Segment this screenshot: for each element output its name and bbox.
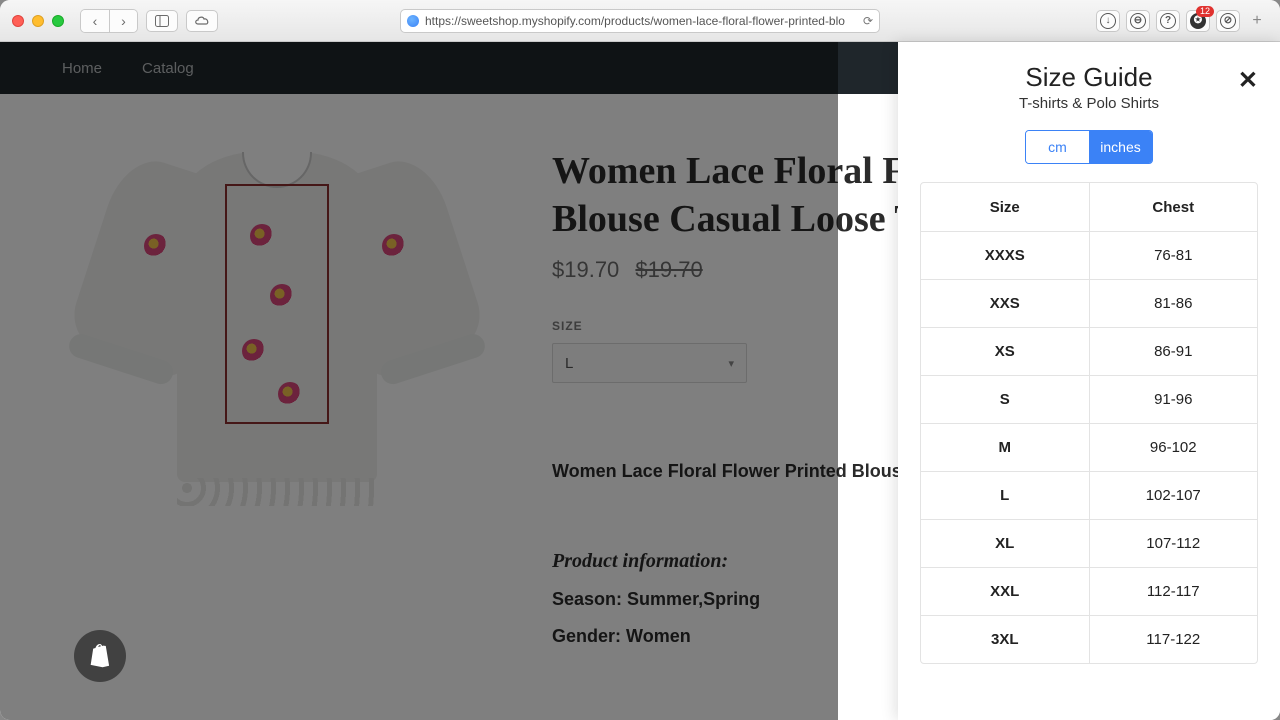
size-table-row: XXL112-117 xyxy=(921,567,1257,615)
price: $19.70 xyxy=(552,257,619,282)
size-table-row: M96-102 xyxy=(921,423,1257,471)
nav-back-forward: ‹ › xyxy=(80,9,138,33)
compare-price: $19.70 xyxy=(635,257,702,282)
size-cell: XXXS xyxy=(921,232,1089,279)
size-select[interactable]: L ▾ xyxy=(552,343,747,383)
size-cell: M xyxy=(921,424,1089,471)
size-guide-panel: Size Guide T-shirts & Polo Shirts ✕ cm i… xyxy=(898,42,1280,720)
chest-cell: 81-86 xyxy=(1089,280,1258,327)
product-image xyxy=(62,134,492,647)
size-guide-subtitle: T-shirts & Polo Shirts xyxy=(920,95,1258,112)
size-cell: XS xyxy=(921,328,1089,375)
site-identity-icon xyxy=(407,15,419,27)
unit-toggle: cm inches xyxy=(1025,130,1153,164)
window-close-icon[interactable] xyxy=(12,15,24,27)
window-zoom-icon[interactable] xyxy=(52,15,64,27)
size-guide-title: Size Guide xyxy=(920,62,1258,93)
extension-button-4[interactable]: ⊘ xyxy=(1216,10,1240,32)
size-cell: 3XL xyxy=(921,616,1089,663)
size-cell: S xyxy=(921,376,1089,423)
chest-cell: 86-91 xyxy=(1089,328,1258,375)
address-bar[interactable]: https://sweetshop.myshopify.com/products… xyxy=(400,9,880,33)
forward-button[interactable]: › xyxy=(109,10,137,32)
chest-cell: 102-107 xyxy=(1089,472,1258,519)
selected-size: L xyxy=(565,355,573,372)
extension-button-1[interactable]: ⊖ xyxy=(1126,10,1150,32)
window-minimize-icon[interactable] xyxy=(32,15,44,27)
size-table-row: XXXS76-81 xyxy=(921,231,1257,279)
chest-cell: 112-117 xyxy=(1089,568,1258,615)
unit-inches-button[interactable]: inches xyxy=(1089,131,1152,163)
size-cell: XL xyxy=(921,520,1089,567)
size-cell: XXS xyxy=(921,280,1089,327)
chevron-down-icon: ▾ xyxy=(728,357,734,370)
nav-home[interactable]: Home xyxy=(62,60,102,77)
cloud-tabs-button[interactable] xyxy=(186,10,218,32)
shopify-chat-bubble[interactable] xyxy=(74,630,126,682)
nav-catalog[interactable]: Catalog xyxy=(142,60,194,77)
sidebar-toggle-button[interactable] xyxy=(146,10,178,32)
extension-button-2[interactable]: ? xyxy=(1156,10,1180,32)
size-table: Size Chest XXXS76-81XXS81-86XS86-91S91-9… xyxy=(920,182,1258,664)
url-text: https://sweetshop.myshopify.com/products… xyxy=(425,14,857,28)
close-icon[interactable]: ✕ xyxy=(1238,66,1258,95)
size-table-row: XS86-91 xyxy=(921,327,1257,375)
col-chest: Chest xyxy=(1089,183,1258,231)
chest-cell: 117-122 xyxy=(1089,616,1258,663)
extension-button-3[interactable]: ✪12 xyxy=(1186,10,1210,32)
size-table-row: S91-96 xyxy=(921,375,1257,423)
col-size: Size xyxy=(921,183,1089,231)
chest-cell: 76-81 xyxy=(1089,232,1258,279)
back-button[interactable]: ‹ xyxy=(81,10,109,32)
size-cell: XXL xyxy=(921,568,1089,615)
chest-cell: 107-112 xyxy=(1089,520,1258,567)
size-table-row: 3XL117-122 xyxy=(921,615,1257,663)
notification-badge: 12 xyxy=(1196,6,1214,17)
size-cell: L xyxy=(921,472,1089,519)
downloads-button[interactable]: ↓ xyxy=(1096,10,1120,32)
shopify-icon xyxy=(86,642,114,670)
new-tab-button[interactable]: + xyxy=(1246,10,1268,32)
reload-icon[interactable]: ⟳ xyxy=(863,14,873,28)
size-table-row: L102-107 xyxy=(921,471,1257,519)
size-table-header: Size Chest xyxy=(921,183,1257,231)
size-table-row: XL107-112 xyxy=(921,519,1257,567)
unit-cm-button[interactable]: cm xyxy=(1026,131,1089,163)
size-table-row: XXS81-86 xyxy=(921,279,1257,327)
browser-toolbar: ‹ › https://sweetshop.myshopify.com/prod… xyxy=(0,0,1280,42)
chest-cell: 96-102 xyxy=(1089,424,1258,471)
chest-cell: 91-96 xyxy=(1089,376,1258,423)
